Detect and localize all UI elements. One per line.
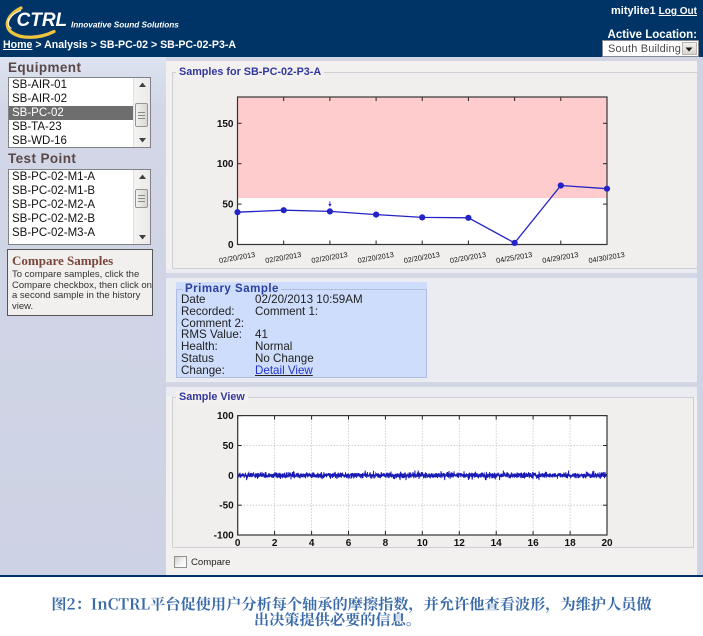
svg-text:20: 20 (601, 538, 613, 549)
svg-text:10: 10 (417, 538, 429, 549)
svg-text:14: 14 (491, 538, 503, 549)
svg-text:CTRL: CTRL (17, 10, 68, 31)
svg-text:Innovative Sound Solutions: Innovative Sound Solutions (71, 21, 179, 30)
svg-text:8: 8 (383, 538, 389, 549)
svg-text:-50: -50 (219, 501, 234, 512)
svg-text:50: 50 (223, 441, 235, 452)
svg-text:100: 100 (217, 159, 234, 170)
svg-text:100: 100 (217, 411, 234, 422)
svg-text:0: 0 (235, 538, 241, 549)
svg-text:6: 6 (346, 538, 352, 549)
svg-text:2: 2 (272, 538, 278, 549)
svg-text:-100: -100 (214, 531, 234, 542)
svg-text:4: 4 (309, 538, 315, 549)
svg-text:0: 0 (228, 240, 234, 251)
svg-text:150: 150 (217, 119, 234, 130)
svg-text:50: 50 (222, 200, 234, 211)
svg-text:12: 12 (454, 538, 466, 549)
svg-text:0: 0 (228, 471, 234, 482)
svg-text:18: 18 (565, 538, 577, 549)
svg-text:16: 16 (528, 538, 540, 549)
